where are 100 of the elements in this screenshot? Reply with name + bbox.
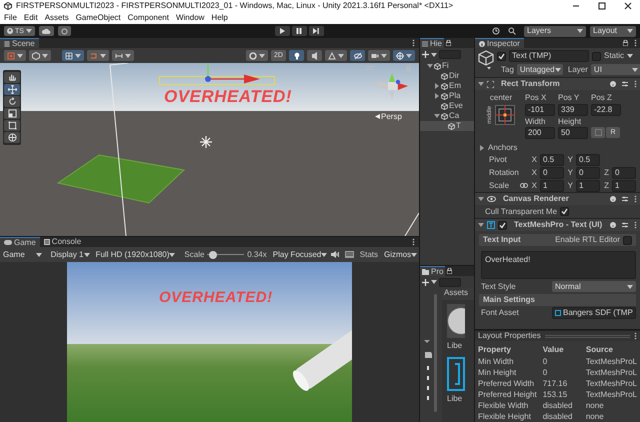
more-icon[interactable] (412, 238, 415, 246)
number-field[interactable]: 50 (558, 127, 588, 140)
drag-handle[interactable] (544, 334, 630, 338)
more-icon[interactable] (634, 80, 637, 88)
anchor-preset-button[interactable] (495, 104, 516, 125)
menu-item[interactable]: Help (211, 13, 228, 23)
number-field[interactable]: 1 (576, 180, 600, 192)
cull-checkbox[interactable] (560, 207, 570, 216)
cloud-button[interactable] (38, 26, 54, 36)
caret-icon[interactable] (125, 52, 131, 58)
more-icon[interactable] (634, 195, 637, 204)
caret-icon[interactable] (100, 52, 106, 58)
number-field[interactable]: 0 (576, 166, 600, 179)
menu-item[interactable]: Assets (44, 13, 69, 23)
asset-label[interactable]: Libe (447, 341, 462, 351)
anchors-label[interactable]: Anchors (488, 142, 518, 152)
number-field[interactable]: 1 (540, 180, 564, 192)
layout-dropdown[interactable]: Layout (590, 26, 636, 36)
hierarchy-item[interactable]: T (420, 121, 474, 131)
toolbar-button[interactable] (289, 50, 304, 61)
caret-icon[interactable] (381, 52, 387, 58)
caret-icon[interactable] (632, 66, 638, 72)
gameobject-cube-icon[interactable] (478, 50, 494, 70)
hierarchy-item[interactable]: Ca (420, 111, 474, 121)
scale-slider[interactable] (207, 250, 244, 258)
menu-item[interactable]: Edit (24, 13, 38, 23)
inspector-tab[interactable]: Inspector (475, 38, 524, 48)
play-mode-dropdown[interactable]: Play Focused (270, 248, 328, 260)
name-field[interactable]: Text (TMP) (509, 50, 589, 62)
caret-icon[interactable] (554, 66, 561, 72)
active-checkbox[interactable] (497, 52, 506, 60)
menu-item[interactable]: Component (128, 13, 169, 23)
texture-thumbnail[interactable] (447, 304, 465, 338)
more-icon[interactable] (634, 332, 637, 340)
more-icon[interactable] (412, 39, 415, 47)
hierarchy-item[interactable]: Em (420, 81, 474, 91)
play-button[interactable] (274, 26, 290, 36)
caret-icon[interactable] (627, 284, 633, 290)
help-icon[interactable] (610, 81, 616, 87)
lock-icon[interactable] (447, 268, 452, 274)
hierarchy-item[interactable]: Eve (420, 101, 474, 111)
font-asset-icon[interactable] (447, 356, 465, 391)
help-icon[interactable] (610, 196, 616, 202)
persp-button[interactable]: Persp (375, 112, 402, 122)
collapsed-caret-icon[interactable] (434, 83, 440, 89)
search-icon[interactable] (508, 27, 516, 35)
expanded-caret-icon[interactable] (434, 113, 440, 119)
layers-dropdown[interactable]: Layers (524, 26, 586, 36)
stats-button[interactable]: Stats (360, 250, 378, 260)
caret-icon[interactable] (17, 52, 23, 58)
caret-icon[interactable] (42, 52, 48, 58)
number-field[interactable]: 200 (525, 127, 555, 140)
toolbar-button[interactable] (307, 50, 322, 61)
caret-icon[interactable] (321, 252, 328, 258)
panel-tab[interactable]: Game (0, 237, 40, 247)
enabled-checkbox[interactable] (498, 220, 507, 230)
number-field[interactable]: 0 (540, 166, 564, 179)
presets-icon[interactable] (622, 196, 628, 202)
caret-icon[interactable] (259, 52, 265, 58)
view-dropdown[interactable]: Game (0, 248, 45, 260)
link-icon[interactable] (520, 183, 528, 188)
caret-icon[interactable] (627, 28, 633, 34)
panel-tab[interactable]: Console (40, 237, 86, 247)
caret-icon[interactable] (627, 53, 634, 59)
search-field[interactable] (439, 278, 461, 286)
speaker-icon[interactable] (330, 251, 339, 258)
expanded-caret-icon[interactable] (478, 222, 484, 228)
font-asset-field[interactable]: Bangers SDF (TMP (552, 307, 636, 320)
help-icon[interactable] (610, 222, 616, 228)
resolution-dropdown[interactable]: Full HD (1920x1080) (92, 248, 178, 260)
toolbar-button[interactable] (393, 50, 415, 61)
toolbar-button[interactable] (87, 50, 109, 61)
caret-icon[interactable] (431, 279, 437, 285)
number-field[interactable]: 1 (612, 180, 636, 192)
caret-icon[interactable] (406, 52, 412, 58)
blueprint-button[interactable] (591, 127, 605, 138)
project-tab[interactable]: Pro (420, 266, 446, 276)
caret-icon[interactable] (431, 52, 437, 58)
toolbar-button[interactable] (62, 50, 84, 61)
menu-item[interactable]: GameObject (76, 13, 121, 23)
caret-icon[interactable] (411, 252, 418, 258)
collapsed-caret-icon[interactable] (434, 93, 440, 99)
caret-icon[interactable] (36, 252, 42, 258)
rtl-toggle[interactable] (623, 236, 632, 245)
step-button[interactable] (308, 26, 324, 36)
hierarchy-tab[interactable]: Hie (420, 38, 444, 48)
more-icon[interactable] (634, 221, 637, 230)
more-icon[interactable] (634, 39, 637, 47)
collapsed-caret-icon[interactable] (479, 144, 485, 151)
caret-icon[interactable] (577, 28, 583, 34)
expanded-caret-icon[interactable] (478, 81, 484, 87)
tool-button[interactable] (4, 96, 20, 107)
add-button[interactable] (422, 278, 437, 286)
close-icon[interactable] (624, 2, 632, 10)
caret-icon[interactable] (169, 252, 176, 258)
toolbar-button[interactable] (368, 50, 390, 61)
presets-icon[interactable] (622, 81, 628, 87)
number-field[interactable]: 339 (558, 104, 588, 116)
caret-icon[interactable] (84, 252, 90, 258)
toolbar-button[interactable] (246, 50, 268, 61)
